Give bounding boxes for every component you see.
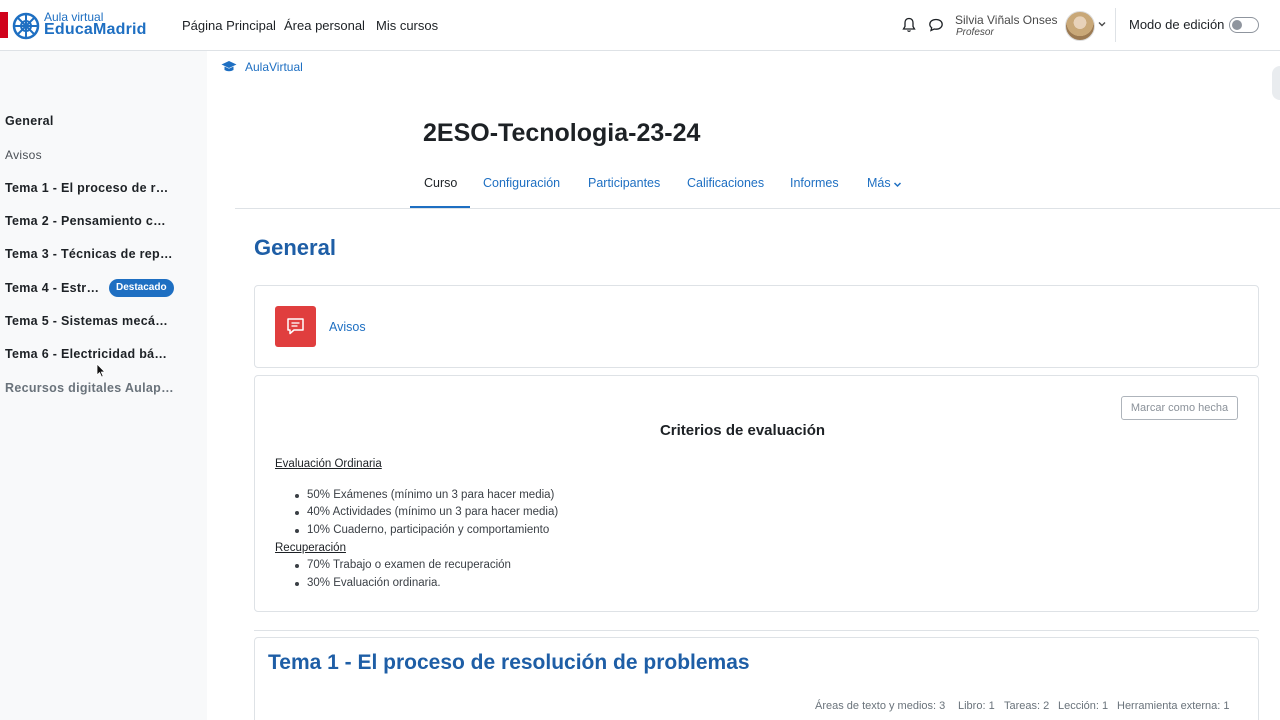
tab-participantes[interactable]: Participantes [588, 176, 660, 190]
nav-home-link[interactable]: Página Principal [182, 18, 276, 33]
toggle-knob [1232, 20, 1242, 30]
user-avatar[interactable] [1065, 11, 1095, 41]
stat-external-tool: Herramienta externa: 1 [1117, 700, 1230, 712]
tab-curso[interactable]: Curso [424, 176, 457, 190]
drawer-item-recursos[interactable]: Recursos digitales Aulap… [5, 381, 174, 395]
drawer-item-tema-5[interactable]: Tema 5 - Sistemas mecá… [5, 314, 168, 328]
section-title-tema-1[interactable]: Tema 1 - El proceso de resolución de pro… [268, 651, 750, 675]
notifications-bell-icon[interactable] [902, 17, 916, 33]
avisos-link[interactable]: Avisos [329, 320, 366, 334]
list-item: 30% Evaluación ordinaria. [295, 577, 441, 589]
educamadrid-globe-icon[interactable] [12, 12, 40, 40]
recuperacion-heading: Recuperación [275, 542, 346, 554]
avisos-activity-card [254, 285, 1259, 368]
active-tab-indicator [410, 206, 470, 208]
breadcrumb-aulavirtual[interactable]: AulaVirtual [245, 60, 303, 74]
tabs-divider [235, 208, 1280, 209]
tab-calificaciones[interactable]: Calificaciones [687, 176, 764, 190]
madrid-flag-logo [0, 12, 8, 38]
drawer-item-avisos[interactable]: Avisos [5, 148, 42, 162]
drawer-item-tema-3[interactable]: Tema 3 - Técnicas de rep… [5, 247, 173, 261]
drawer-item-tema-4[interactable]: Tema 4 - Estr… [5, 281, 99, 295]
section-divider [254, 630, 1259, 631]
chevron-down-icon[interactable] [893, 180, 902, 189]
highlighted-badge: Destacado [109, 279, 174, 297]
drawer-item-tema-2[interactable]: Tema 2 - Pensamiento c… [5, 214, 166, 228]
stat-text-media: Áreas de texto y medios: 3 [815, 700, 946, 712]
drawer-item-tema-6[interactable]: Tema 6 - Electricidad bá… [5, 347, 167, 361]
tab-informes[interactable]: Informes [790, 176, 839, 190]
tab-mas[interactable]: Más [867, 176, 891, 190]
user-role: Profesor [956, 27, 994, 38]
nav-dashboard-link[interactable]: Área personal [284, 18, 365, 33]
edit-mode-toggle[interactable] [1229, 17, 1259, 33]
list-item: 70% Trabajo o examen de recuperación [295, 559, 511, 571]
list-item: 40% Actividades (mínimo un 3 para hacer … [294, 506, 559, 518]
list-item: 50% Exámenes (mínimo un 3 para hacer med… [294, 489, 555, 501]
navbar-divider [1115, 8, 1116, 42]
drawer-item-general[interactable]: General [5, 114, 54, 128]
mark-as-done-button[interactable]: Marcar como hecha [1121, 396, 1238, 420]
tab-configuracion[interactable]: Configuración [483, 176, 560, 190]
graduation-cap-icon [221, 61, 237, 72]
stat-book: Libro: 1 [958, 700, 995, 712]
chevron-down-icon[interactable] [1097, 19, 1107, 29]
top-navbar: Aula virtual EducaMadrid Página Principa… [0, 0, 1280, 51]
section-title-general[interactable]: General [254, 235, 336, 261]
drawer-item-tema-1[interactable]: Tema 1 - El proceso de r… [5, 181, 169, 195]
edit-mode-label: Modo de edición [1129, 17, 1225, 32]
ordinaria-heading: Evaluación Ordinaria [275, 458, 382, 470]
right-drawer-toggle[interactable] [1272, 66, 1280, 100]
list-item: 10% Cuaderno, participación y comportami… [294, 524, 550, 536]
course-title: 2ESO-Tecnologia-23-24 [423, 119, 701, 147]
mouse-pointer-icon [96, 363, 106, 378]
criteria-title: Criterios de evaluación [659, 422, 826, 439]
user-name[interactable]: Silvia Viñals Onses [955, 13, 1058, 27]
messages-chat-icon[interactable] [928, 17, 944, 33]
stat-lesson: Lección: 1 [1058, 700, 1109, 712]
forum-icon[interactable] [275, 306, 316, 347]
tema-1-card [254, 637, 1259, 720]
stat-assignments: Tareas: 2 [1004, 700, 1050, 712]
logo-title[interactable]: EducaMadrid [44, 21, 147, 39]
nav-my-courses-link[interactable]: Mis cursos [376, 18, 438, 33]
